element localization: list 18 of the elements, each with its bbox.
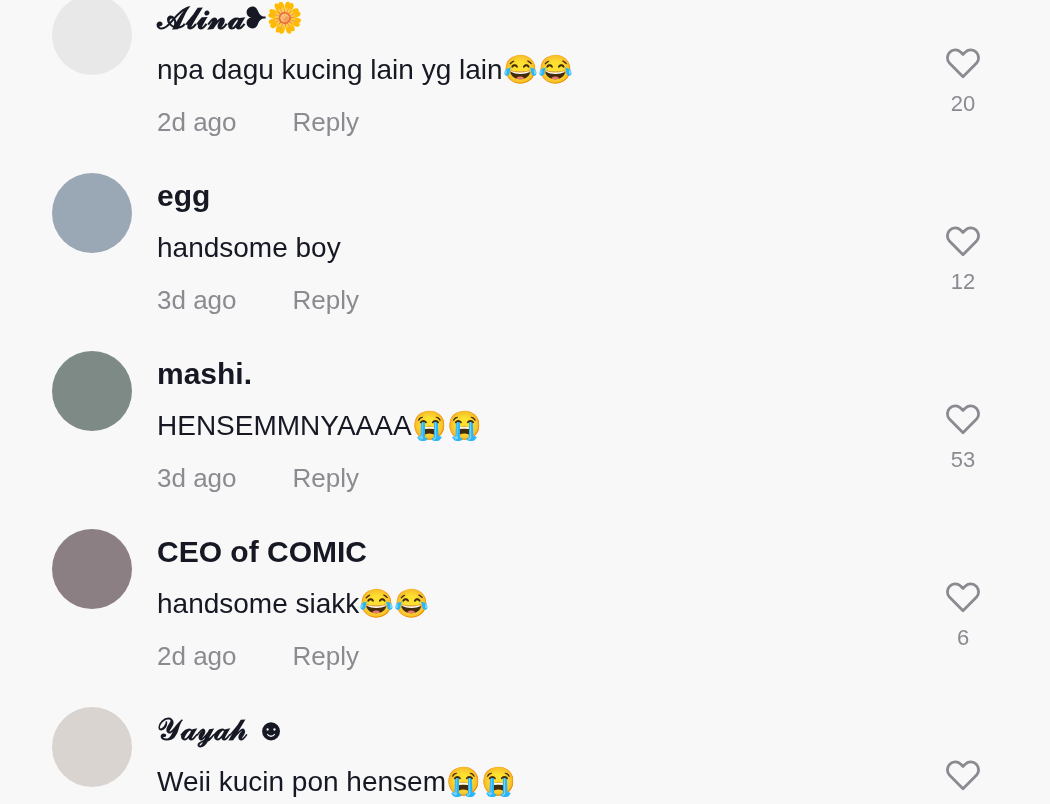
comment-time: 3d ago bbox=[157, 462, 237, 494]
like-count: 6 bbox=[956, 625, 970, 651]
like-count: 20 bbox=[950, 91, 976, 117]
comment-time: 2d ago bbox=[157, 106, 237, 138]
comment-text: npa dagu kucing lain yg lain😂😂 bbox=[157, 53, 574, 87]
comment-text: handsome siakk😂😂 bbox=[157, 587, 431, 621]
username[interactable]: CEO of COMIC bbox=[157, 534, 938, 570]
like-count: 12 bbox=[950, 269, 976, 295]
like-count: 53 bbox=[950, 447, 976, 473]
comment-text: handsome boy bbox=[157, 231, 342, 265]
comment-time: 3d ago bbox=[157, 284, 237, 316]
comment-time: 2d ago bbox=[157, 640, 237, 672]
username[interactable]: 𝓐𝓵𝓲𝓷𝓪❥🌼 bbox=[157, 0, 938, 36]
username[interactable]: 𝒴𝒶𝓎𝒶𝒽 ☻ bbox=[157, 712, 938, 748]
username[interactable]: egg bbox=[157, 178, 938, 214]
comment-text: HENSEMMNYAAAA😭😭 bbox=[157, 409, 483, 443]
comment-text: Weii kucin pon hensem😭😭 bbox=[157, 765, 517, 799]
username[interactable]: mashi. bbox=[157, 356, 938, 392]
